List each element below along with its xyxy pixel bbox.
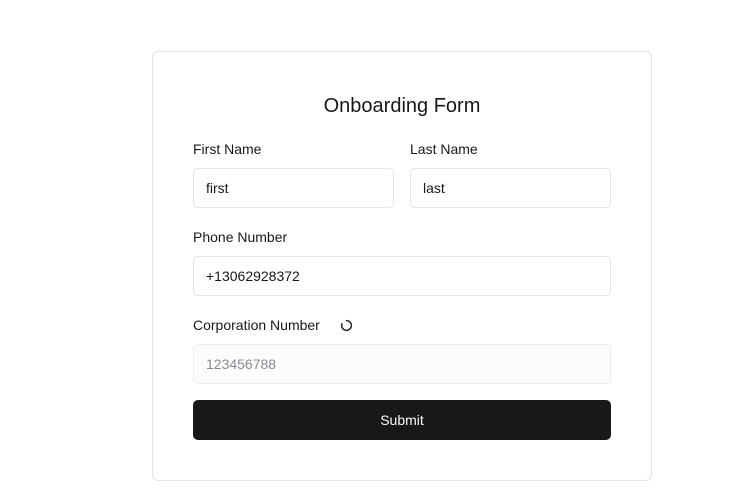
phone-number-input[interactable]	[193, 256, 611, 296]
corporation-number-input[interactable]	[193, 344, 611, 384]
corporation-number-label: Corporation Number	[193, 317, 320, 333]
onboarding-form-card: Onboarding Form First Name Last Name Pho…	[152, 51, 652, 481]
last-name-label: Last Name	[410, 141, 478, 157]
first-name-label: First Name	[193, 141, 262, 157]
last-name-input[interactable]	[410, 168, 611, 208]
phone-number-label: Phone Number	[193, 229, 288, 245]
loading-spinner-icon	[340, 319, 353, 332]
first-name-input[interactable]	[193, 168, 394, 208]
form-title: Onboarding Form	[323, 95, 481, 117]
submit-button[interactable]: Submit	[193, 400, 611, 440]
